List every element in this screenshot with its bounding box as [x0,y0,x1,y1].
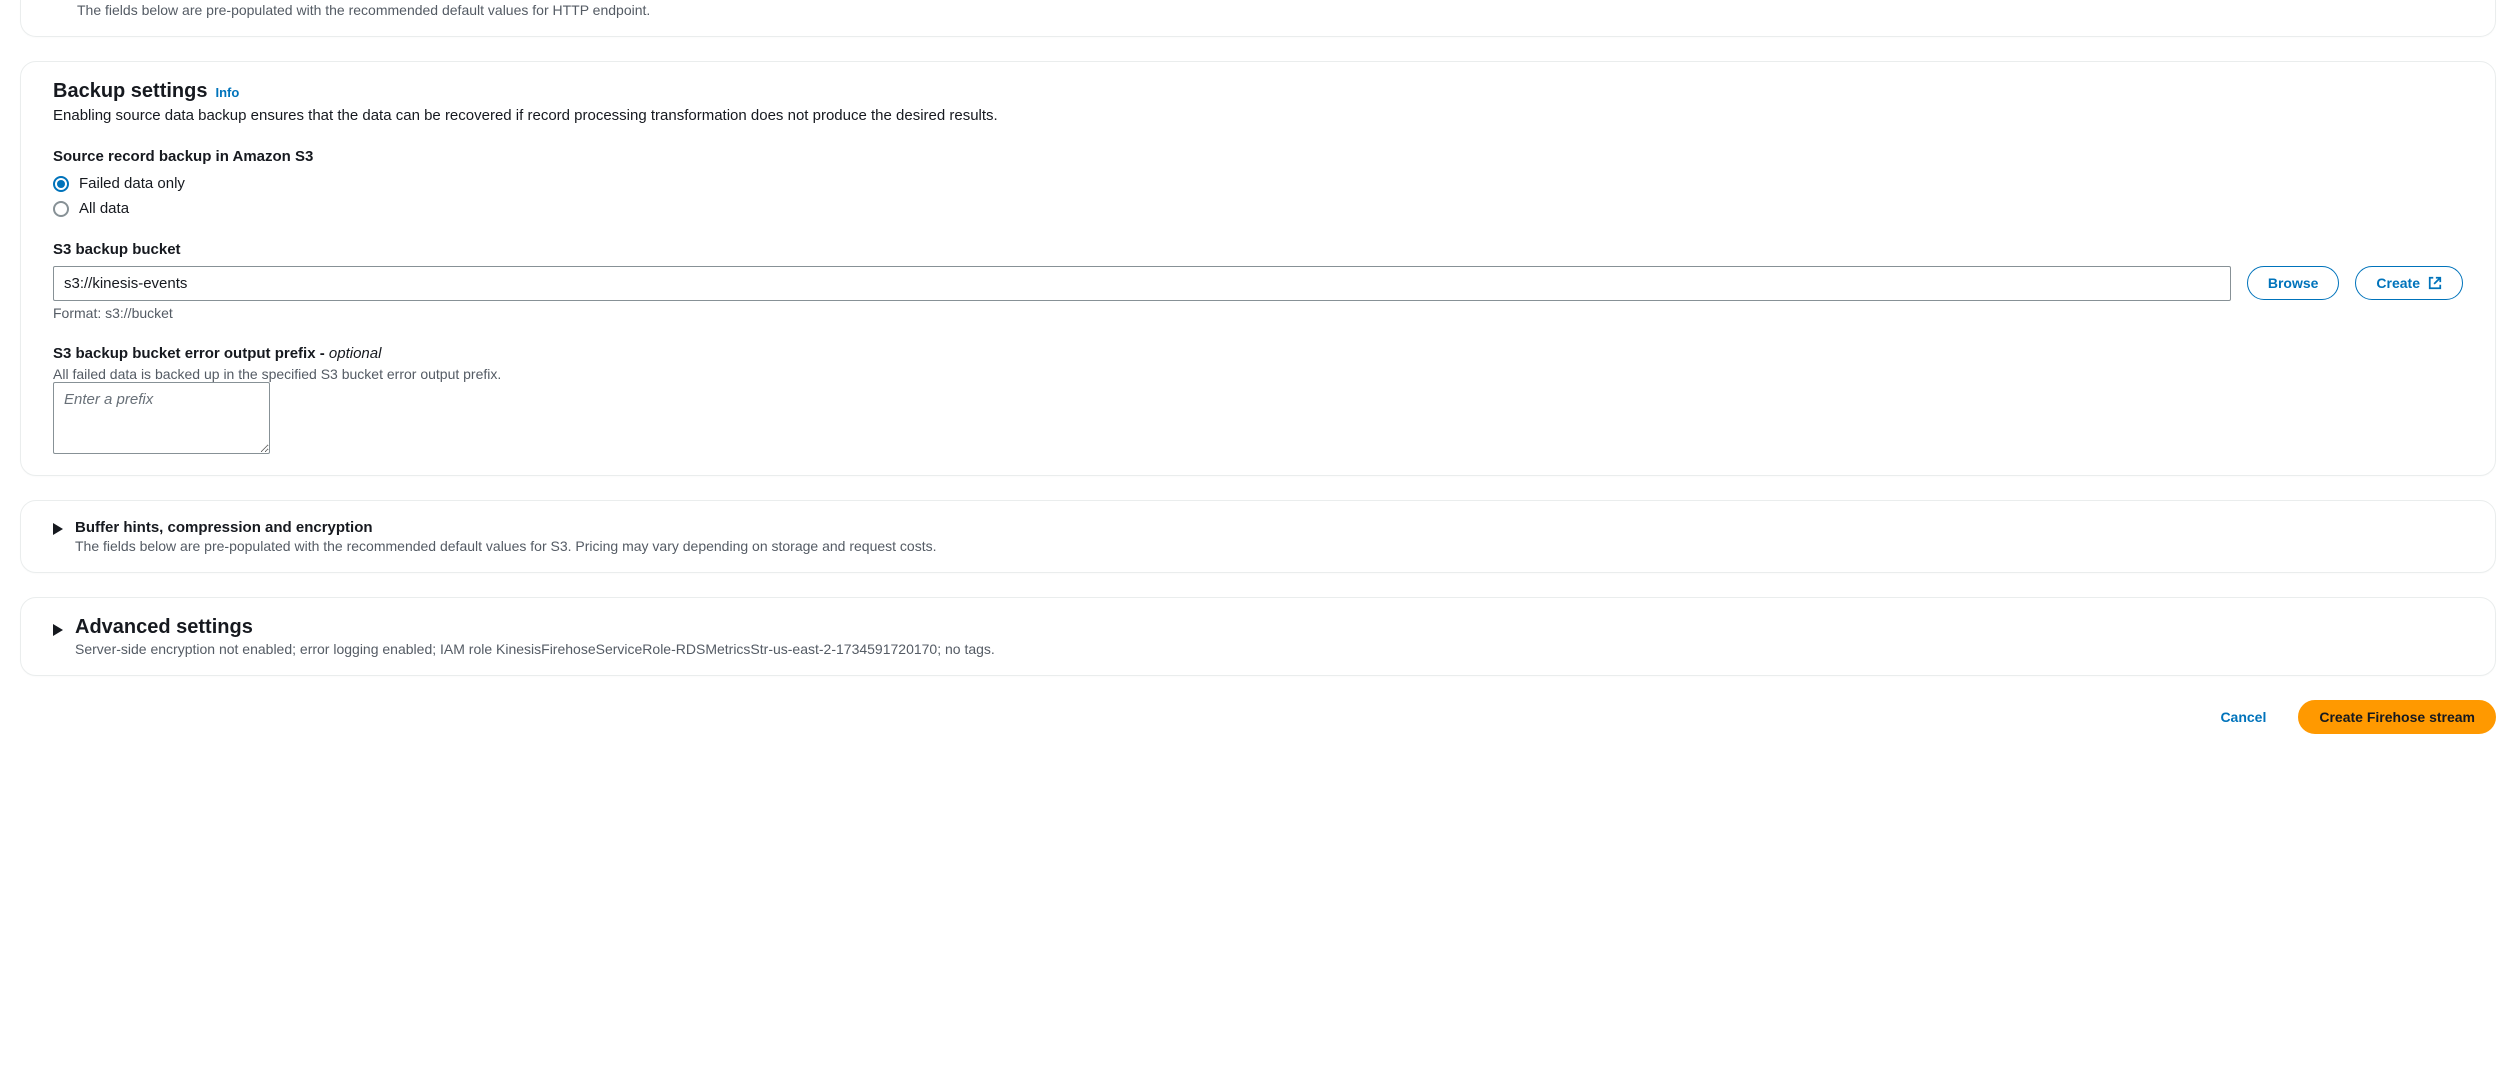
browse-button-label: Browse [2268,275,2319,291]
create-firehose-button-label: Create Firehose stream [2319,709,2475,725]
create-firehose-stream-button[interactable]: Create Firehose stream [2298,700,2496,734]
s3-backup-bucket-label: S3 backup bucket [53,241,2463,258]
backup-heading: Backup settings [53,80,207,103]
advanced-settings-panel[interactable]: Advanced settings Server-side encryption… [20,597,2496,676]
radio-label-all: All data [79,200,129,217]
create-bucket-button[interactable]: Create [2355,266,2463,300]
radio-label-failed: Failed data only [79,175,185,192]
cancel-button-label: Cancel [2220,709,2266,725]
buffer-hints-title: Buffer hints, compression and encryption [75,519,937,536]
s3-prefix-input[interactable] [53,382,270,454]
backup-description: Enabling source data backup ensures that… [53,107,2463,124]
radio-failed-data-only[interactable]: Failed data only [53,175,2463,192]
radio-indicator [53,176,69,192]
s3-prefix-label: S3 backup bucket error output prefix - o… [53,345,2463,362]
advanced-settings-title: Advanced settings [75,616,995,639]
caret-right-icon [53,624,63,636]
source-record-backup-radio-group: Failed data only All data [53,175,2463,217]
s3-prefix-hint: All failed data is backed up in the spec… [53,366,2463,382]
advanced-settings-sub: Server-side encryption not enabled; erro… [75,641,995,657]
buffer-hints-panel[interactable]: Buffer hints, compression and encryption… [20,500,2496,573]
s3-bucket-format-hint: Format: s3://bucket [53,305,2463,321]
s3-backup-bucket-input[interactable] [53,266,2231,301]
source-record-backup-label: Source record backup in Amazon S3 [53,148,2463,165]
buffer-hints-sub: The fields below are pre-populated with … [75,538,937,554]
radio-all-data[interactable]: All data [53,200,2463,217]
caret-right-icon [53,523,63,535]
http-endpoint-hint: The fields below are pre-populated with … [77,2,650,18]
create-bucket-button-label: Create [2376,275,2420,291]
cancel-button[interactable]: Cancel [2200,700,2286,734]
footer-actions: Cancel Create Firehose stream [20,700,2496,734]
http-endpoint-panel: The fields below are pre-populated with … [20,0,2496,37]
info-link[interactable]: Info [215,85,239,100]
backup-settings-panel: Backup settings Info Enabling source dat… [20,61,2496,476]
browse-button[interactable]: Browse [2247,266,2340,300]
external-link-icon [2428,276,2442,290]
radio-indicator [53,201,69,217]
